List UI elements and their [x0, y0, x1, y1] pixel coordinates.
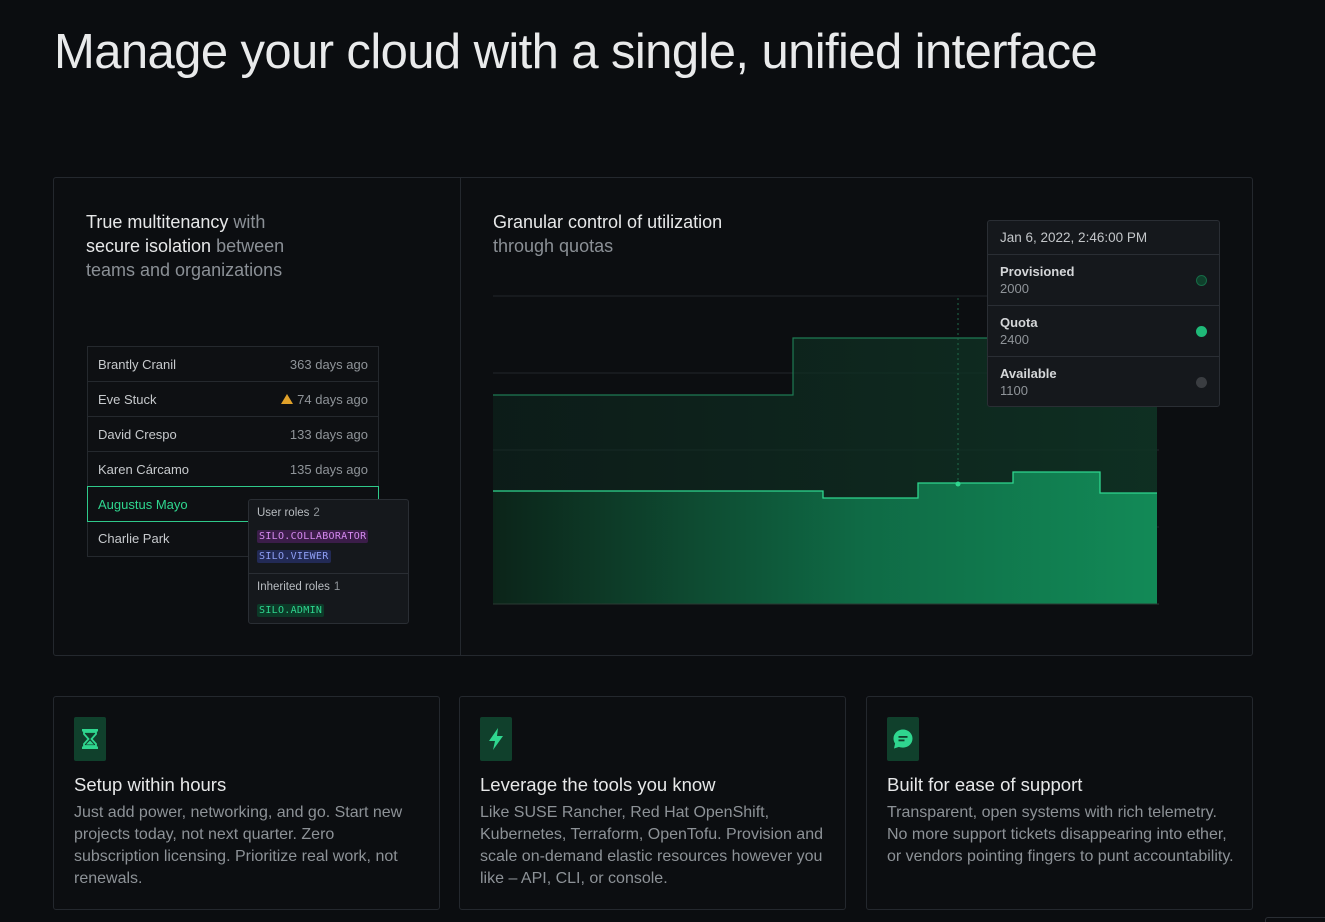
card-title: Leverage the tools you know — [480, 774, 716, 795]
tooltip-label: Provisioned — [1000, 264, 1075, 279]
warning-icon — [281, 394, 294, 404]
user-last-active-text: 74 days ago — [297, 391, 368, 407]
feature-panel: True multitenancy with secure isolation … — [53, 177, 1253, 656]
panel-divider — [460, 178, 461, 655]
inherited-roles-count: 1 — [333, 581, 341, 593]
feature-card-support: Built for ease of support Transparent, o… — [866, 696, 1253, 910]
role-badge: SILO.COLLABORATOR — [257, 530, 369, 543]
user-name: Karen Cárcamo — [98, 461, 190, 477]
hover-point — [955, 481, 961, 487]
tooltip-label: Quota — [1000, 315, 1038, 330]
inherited-roles-label: Inherited roles — [257, 581, 330, 593]
user-roles-section: User roles 2 SILO.COLLABORATOR SILO.VIEWE… — [249, 500, 408, 573]
heading-with: with — [228, 212, 266, 232]
user-last-active: 363 days ago — [289, 356, 368, 372]
tooltip-value: 2000 — [1000, 281, 1029, 296]
user-name: David Crespo — [98, 426, 177, 442]
card-body: Transparent, open systems with rich tele… — [887, 804, 1234, 865]
series-dot-icon — [1196, 326, 1207, 337]
user-name: Augustus Mayo — [98, 496, 188, 512]
role-badge: SILO.ADMIN — [257, 604, 325, 617]
user-row[interactable]: Karen Cárcamo 135 days ago — [88, 452, 378, 487]
user-row[interactable]: Eve Stuck 74 days ago — [88, 382, 378, 417]
card-body: Just add power, networking, and go. Star… — [74, 804, 403, 887]
utilization-title: Granular control of utilization — [493, 212, 723, 232]
tooltip-value: 1100 — [1000, 383, 1028, 398]
lightning-icon — [480, 717, 512, 761]
utilization-heading: Granular control of utilization through … — [493, 210, 722, 258]
user-last-active: 74 days ago — [281, 392, 368, 407]
user-roles-title: User roles 2 — [257, 507, 400, 519]
series-dot-icon — [1196, 377, 1207, 388]
utilization-subtitle: through quotas — [493, 236, 614, 256]
tooltip-value: 2400 — [1000, 332, 1029, 347]
user-row[interactable]: Brantly Cranil 363 days ago — [88, 347, 378, 382]
tooltip-row-quota: Quota 2400 — [988, 306, 1219, 357]
heading-true-multitenancy: True multitenancy — [86, 212, 229, 232]
user-roles-label: User roles — [257, 507, 310, 519]
tooltip-row-available: Available 1100 — [988, 357, 1219, 408]
user-name: Charlie Park — [98, 531, 170, 546]
feature-card-setup: Setup within hours Just add power, netwo… — [53, 696, 440, 910]
tooltip-date: Jan 6, 2022, 2:46:00 PM — [988, 221, 1219, 255]
chart-tooltip: Jan 6, 2022, 2:46:00 PM Provisioned 2000… — [987, 220, 1220, 407]
page-headline: Manage your cloud with a single, unified… — [54, 25, 1098, 79]
corner-widget[interactable] — [1265, 917, 1325, 922]
series-dot-icon — [1196, 275, 1207, 286]
heading-teams: teams and organizations — [86, 260, 283, 280]
chat-bubble-icon — [887, 717, 919, 761]
card-title: Built for ease of support — [887, 774, 1083, 795]
roles-popover: User roles 2 SILO.COLLABORATOR SILO.VIEWE… — [248, 499, 409, 624]
card-body: Like SUSE Rancher, Red Hat OpenShift, Ku… — [480, 804, 823, 887]
tooltip-label: Available — [1000, 366, 1057, 381]
heading-between: between — [211, 236, 285, 256]
user-row[interactable]: David Crespo 133 days ago — [88, 417, 378, 452]
inherited-roles-section: Inherited roles 1 SILO.ADMIN — [249, 573, 408, 627]
multitenancy-heading: True multitenancy with secure isolation … — [86, 210, 416, 282]
role-badge: SILO.VIEWER — [257, 550, 331, 563]
heading-secure-isolation: secure isolation — [86, 236, 212, 256]
user-last-active: 133 days ago — [289, 426, 368, 442]
card-title: Setup within hours — [74, 774, 227, 795]
user-last-active: 135 days ago — [289, 461, 368, 477]
feature-card-tools: Leverage the tools you know Like SUSE Ra… — [459, 696, 846, 910]
user-roles-count: 2 — [313, 507, 320, 519]
tooltip-row-provisioned: Provisioned 2000 — [988, 255, 1219, 306]
user-name: Brantly Cranil — [98, 356, 177, 372]
user-name: Eve Stuck — [98, 391, 157, 407]
hourglass-icon — [74, 717, 106, 761]
inherited-roles-title: Inherited roles 1 — [257, 581, 400, 593]
